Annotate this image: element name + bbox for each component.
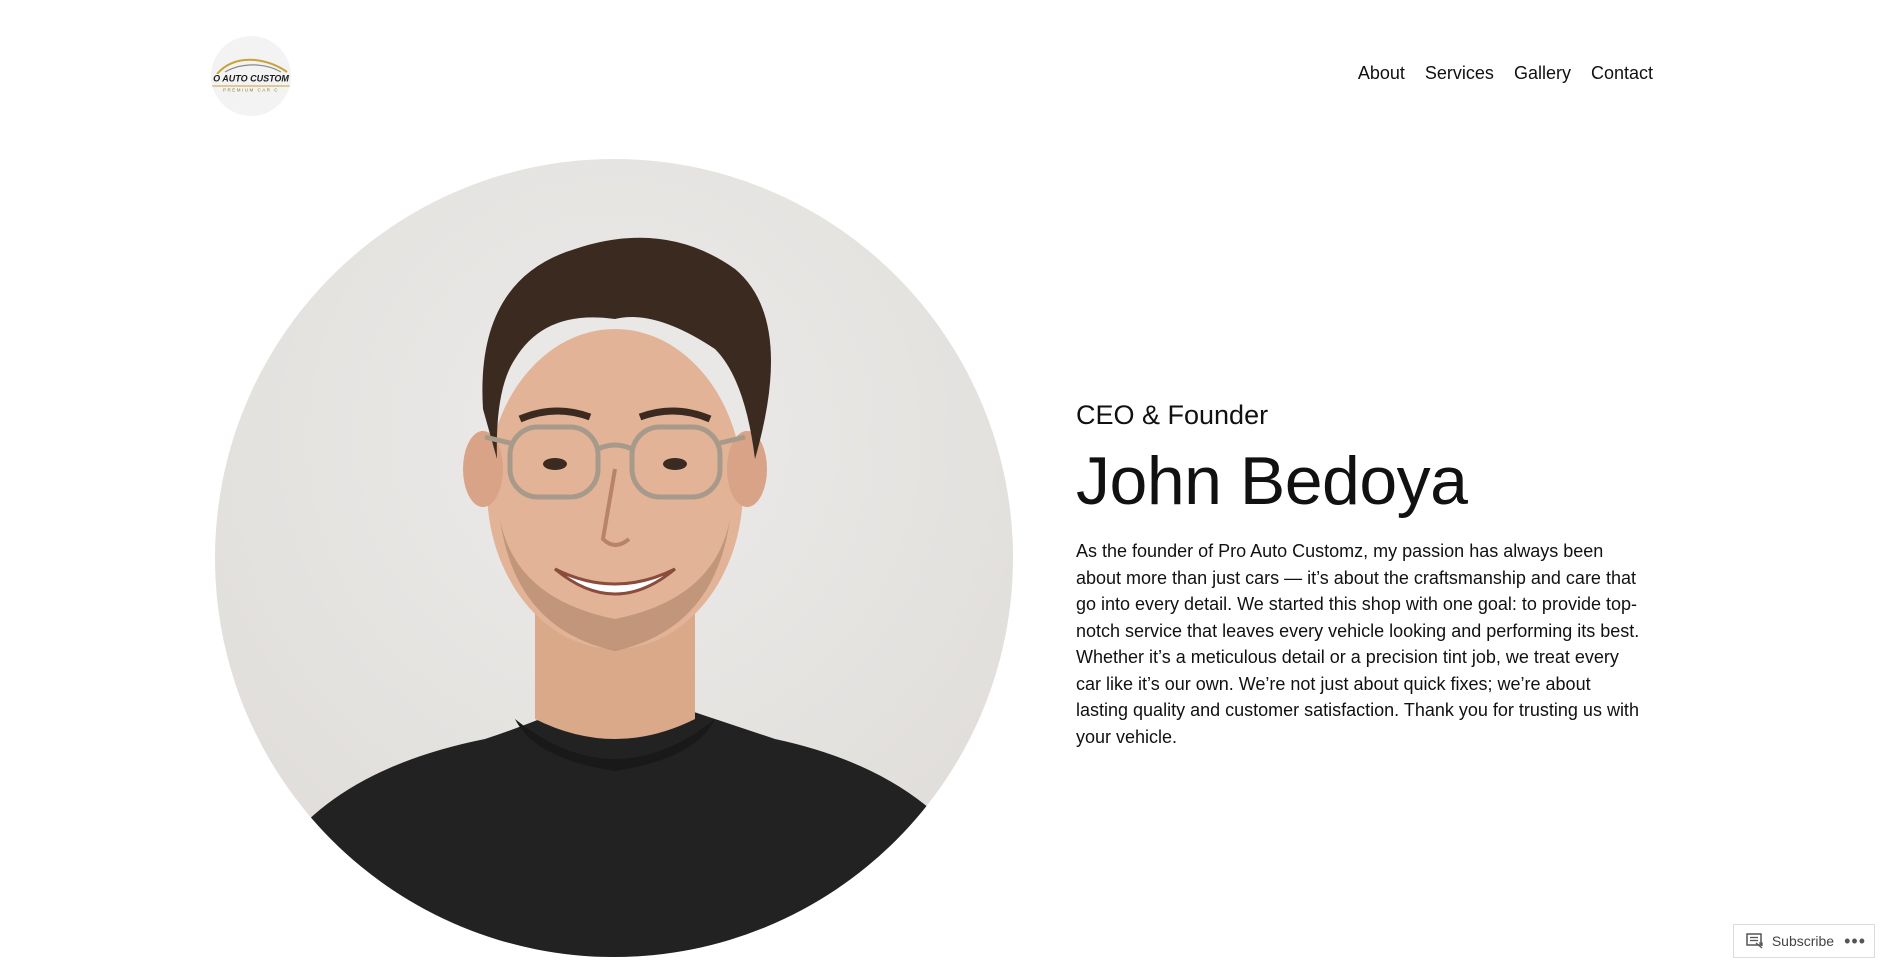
reader-icon bbox=[1746, 933, 1763, 949]
site-logo[interactable]: O AUTO CUSTOM PREMIUM CAR C bbox=[211, 36, 291, 116]
subscribe-button[interactable]: Subscribe bbox=[1746, 933, 1834, 949]
founder-description: As the founder of Pro Auto Customz, my p… bbox=[1076, 541, 1640, 747]
ellipsis-icon[interactable]: ••• bbox=[1844, 932, 1866, 950]
founder-bio: CEO & Founder John Bedoya As the founder… bbox=[1076, 398, 1646, 750]
founder-name: John Bedoya bbox=[1076, 443, 1468, 519]
founder-portrait bbox=[215, 159, 1013, 957]
subscribe-bar: Subscribe ••• bbox=[1732, 924, 1875, 958]
nav-link-contact[interactable]: Contact bbox=[1591, 63, 1653, 84]
nav-link-gallery[interactable]: Gallery bbox=[1514, 63, 1571, 84]
page: O AUTO CUSTOM PREMIUM CAR C About Servic… bbox=[0, 0, 1881, 964]
logo-car-icon: O AUTO CUSTOM PREMIUM CAR C bbox=[211, 58, 291, 93]
logo-subtext: PREMIUM CAR C bbox=[223, 88, 279, 93]
founder-role: CEO & Founder bbox=[1076, 400, 1269, 430]
nav-link-services[interactable]: Services bbox=[1425, 63, 1494, 84]
logo-text: O AUTO CUSTOM bbox=[213, 74, 289, 84]
main-nav: About Services Gallery Contact bbox=[1358, 63, 1653, 84]
nav-link-about[interactable]: About bbox=[1358, 63, 1405, 84]
subscribe-label: Subscribe bbox=[1771, 933, 1835, 949]
founder-portrait-image bbox=[255, 237, 995, 957]
